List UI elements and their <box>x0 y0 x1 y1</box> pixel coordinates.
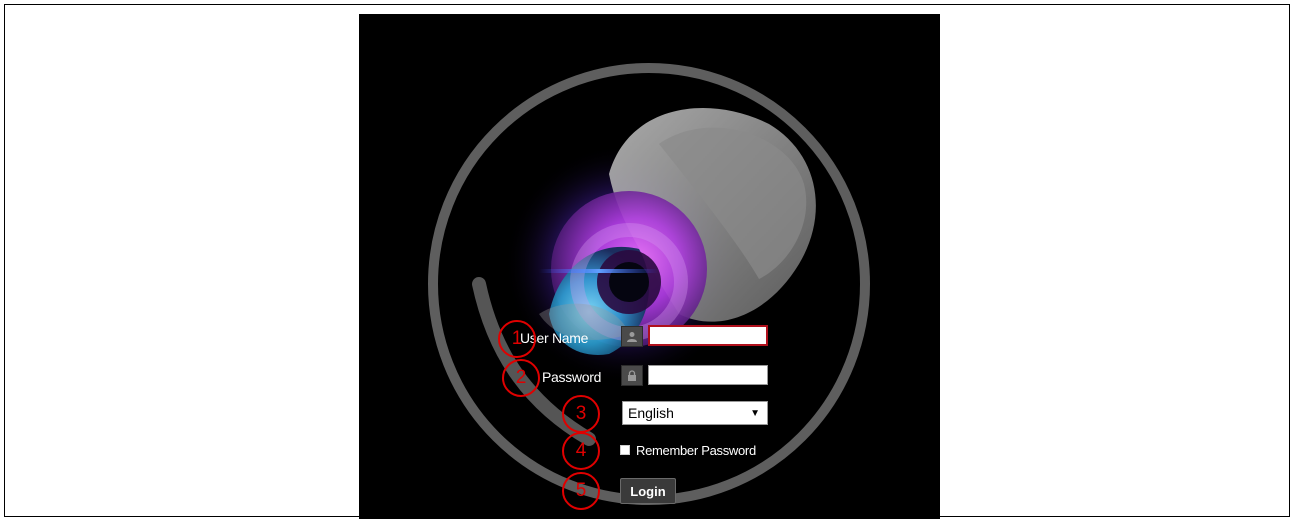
remember-password-label: Remember Password <box>636 443 756 458</box>
annotation-marker-2: 2 <box>502 359 540 397</box>
password-label: Password <box>542 369 602 385</box>
annotation-marker-4: 4 <box>562 432 600 470</box>
language-select[interactable]: English ▼ <box>622 401 768 425</box>
chevron-down-icon: ▼ <box>750 408 760 419</box>
login-button[interactable]: Login <box>620 478 676 504</box>
annotation-marker-3: 3 <box>562 395 600 433</box>
username-input[interactable] <box>648 325 768 346</box>
remember-password-checkbox[interactable] <box>620 445 630 455</box>
lock-icon <box>621 365 643 386</box>
password-input[interactable] <box>648 365 768 385</box>
annotation-marker-1: 1 <box>498 320 536 358</box>
user-icon <box>621 326 643 347</box>
annotation-marker-5: 5 <box>562 472 600 510</box>
login-panel: User Name Password English ▼ Remember Pa… <box>359 14 940 519</box>
language-selected-value: English <box>628 405 674 421</box>
